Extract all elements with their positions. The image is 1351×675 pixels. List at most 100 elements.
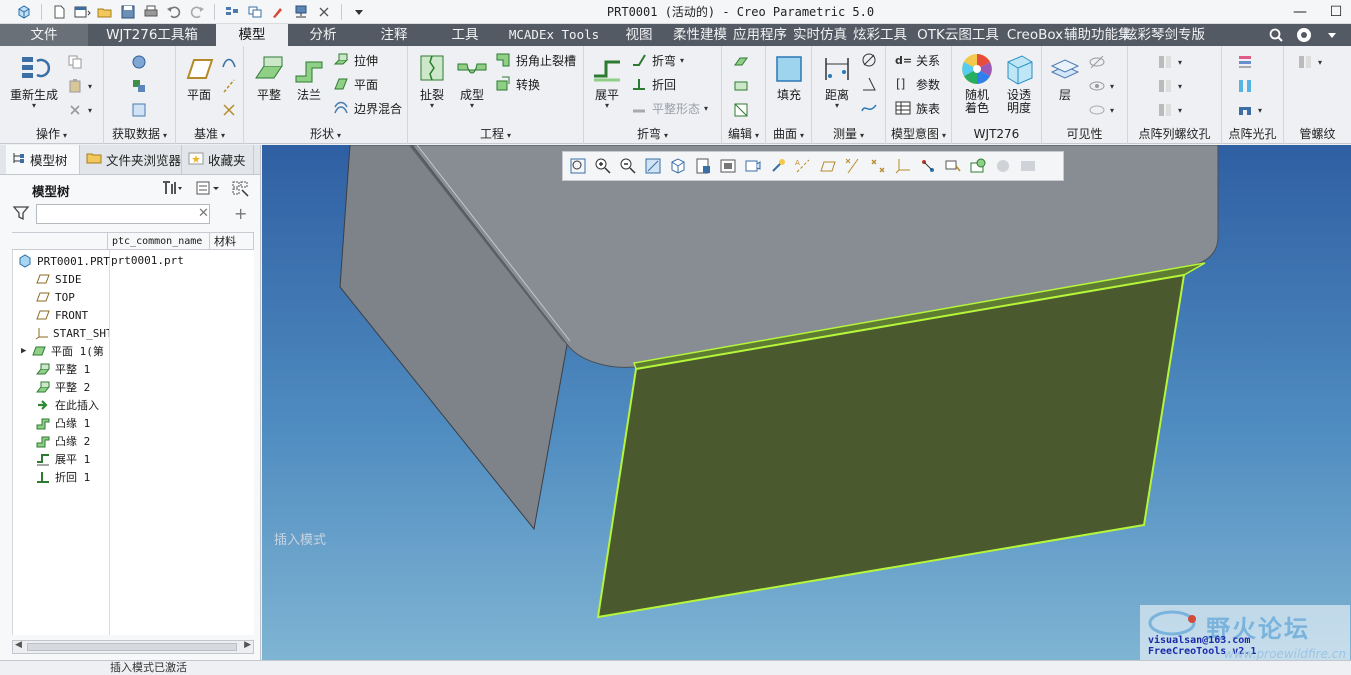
pipe-thread-button[interactable]: ▾ [1296, 52, 1322, 72]
expand-arrow-icon[interactable]: ▶ [21, 346, 31, 356]
group-title-model-intent[interactable]: 模型意图 ▾ [886, 126, 951, 142]
tab-view[interactable]: 视图 [608, 24, 670, 46]
scrollbar-thumb[interactable] [27, 643, 237, 651]
tree-item-start-sht[interactable]: START_SHT [35, 324, 109, 342]
point-button[interactable] [220, 100, 238, 120]
perspective-icon[interactable] [742, 155, 764, 177]
search-icon[interactable] [1267, 26, 1285, 44]
boundary-blend-button[interactable]: 边界混合 [332, 98, 402, 118]
tab-model[interactable]: 模型 [216, 24, 288, 46]
group-title-get-data[interactable]: 获取数据 ▾ [104, 126, 175, 142]
light-hole-tool-2-button[interactable] [1236, 76, 1254, 96]
column-header-common-name[interactable]: ptc_common_name [108, 233, 210, 249]
tree-item-part[interactable]: PRT0001.PRT [17, 252, 110, 270]
corner-relief-button[interactable]: 拐角止裂槽 [494, 50, 576, 70]
tab-realtime-simulation[interactable]: 实时仿真 [790, 24, 850, 46]
column-header-material[interactable]: 材料 [210, 233, 254, 249]
rip-button[interactable]: 扯裂 ▾ [414, 52, 450, 110]
tree-item-insert-here[interactable]: 在此插入 [35, 396, 99, 414]
tab-flexible-modeling[interactable]: 柔性建模 [670, 24, 730, 46]
column-header-tree[interactable] [12, 233, 108, 249]
datum-plane-display-icon[interactable] [817, 155, 839, 177]
tree-item-unbend-1[interactable]: 展平 1 [35, 450, 90, 468]
form-button[interactable]: 成型 ▾ [452, 52, 492, 110]
tree-item-front[interactable]: FRONT [35, 306, 88, 324]
fill-button[interactable]: 填充 [770, 52, 808, 102]
tab-otk-cloud-tools[interactable]: OTK云图工具 [910, 24, 1006, 46]
bend-button[interactable]: 折弯 ▾ [630, 50, 684, 70]
length-button[interactable] [860, 98, 878, 118]
tree-item-flange-1[interactable]: 凸缘 1 [35, 414, 90, 432]
flat-state-button[interactable]: 平整形态 ▾ [630, 98, 708, 118]
convert-button[interactable]: 转换 [494, 74, 540, 94]
open-folder-icon[interactable] [95, 2, 115, 22]
tree-item-top[interactable]: TOP [35, 288, 75, 306]
clear-filter-icon[interactable]: ✕ [198, 206, 209, 221]
show-button[interactable]: ▾ [1088, 76, 1114, 96]
tree-item-flat-2[interactable]: 平整 2 [35, 378, 90, 396]
filter-funnel-icon[interactable] [12, 204, 32, 225]
user-defined-feature-button[interactable] [130, 52, 148, 72]
tab-mcadex-tools[interactable]: MCADEx Tools [500, 24, 608, 46]
zoom-in-icon[interactable] [592, 155, 614, 177]
edit-tool-1-button[interactable] [732, 52, 750, 72]
thread-tool-2-button[interactable]: ▾ [1156, 76, 1182, 96]
zoom-out-icon[interactable] [617, 155, 639, 177]
copy-geometry-button[interactable] [130, 76, 148, 96]
tree-item-bend-back-1[interactable]: 折回 1 [35, 468, 90, 486]
repaint-icon[interactable] [642, 155, 664, 177]
layer-button[interactable]: 层 [1046, 52, 1084, 102]
family-table-button[interactable]: 族表 [894, 98, 940, 118]
unbend-button[interactable]: 展平 ▾ [588, 52, 626, 110]
hide-button[interactable] [1088, 52, 1106, 72]
tree-settings-icon[interactable] [160, 179, 184, 200]
edit-tool-2-button[interactable] [732, 76, 750, 96]
copy-button[interactable] [66, 52, 84, 72]
maximize-icon[interactable]: ☐ [1327, 3, 1345, 21]
random-color-button[interactable]: 随机着色 [956, 52, 998, 115]
tree-search-input[interactable] [36, 204, 210, 224]
view-manager-icon[interactable] [717, 155, 739, 177]
group-title-surface[interactable]: 曲面 ▾ [766, 126, 811, 142]
regenerate-button[interactable]: 重新生成 ▾ [6, 52, 62, 110]
tab-color-tools[interactable]: 炫彩工具 [850, 24, 910, 46]
group-title-datum[interactable]: 基准 ▾ [176, 126, 243, 142]
tab-applications[interactable]: 应用程序 [730, 24, 790, 46]
csys-display-icon[interactable] [892, 155, 914, 177]
datum-axis-toggle-icon[interactable] [842, 155, 864, 177]
axis-button[interactable] [220, 76, 238, 96]
tree-item-side[interactable]: SIDE [35, 270, 82, 288]
relations-button[interactable]: d= 关系 [894, 50, 940, 70]
tree-item-flange-2[interactable]: 凸缘 2 [35, 432, 90, 450]
close-window-icon[interactable] [314, 2, 334, 22]
thread-tool-3-button[interactable]: ▾ [1156, 100, 1182, 120]
light-hole-tool-1-button[interactable] [1236, 52, 1254, 72]
tab-favorites[interactable]: 收藏夹 [182, 145, 254, 174]
group-title-edit[interactable]: 编辑 ▾ [722, 126, 765, 142]
refit-icon[interactable] [567, 155, 589, 177]
tab-file[interactable]: 文件 [0, 24, 88, 46]
regenerate-small-icon[interactable] [222, 2, 242, 22]
tab-creobox[interactable]: CreoBox [1006, 24, 1064, 46]
group-title-bend[interactable]: 折弯 ▾ [584, 126, 721, 142]
extrude-button[interactable]: 拉伸 [332, 50, 378, 70]
paste-button[interactable]: ▾ [66, 76, 92, 96]
shrinkwrap-button[interactable] [130, 100, 148, 120]
add-column-icon[interactable]: + [234, 204, 247, 223]
spin-center-display-icon[interactable] [917, 155, 939, 177]
new-window-icon[interactable] [72, 2, 92, 22]
group-title-shapes[interactable]: 形状 ▾ [244, 126, 407, 142]
undo-icon[interactable] [164, 2, 184, 22]
set-transparency-button[interactable]: 设透明度 [998, 52, 1040, 115]
show-dropdown-icon[interactable] [194, 179, 220, 200]
save-icon[interactable] [118, 2, 138, 22]
light-hole-tool-3-button[interactable]: ▾ [1236, 100, 1262, 120]
diameter-button[interactable] [860, 50, 878, 70]
tree-item-flat-1[interactable]: 平整 1 [35, 360, 90, 378]
datum-axis-display-icon[interactable]: A [792, 155, 814, 177]
tab-folder-browser[interactable]: 文件夹浏览器 [80, 145, 182, 174]
display-style-icon[interactable] [667, 155, 689, 177]
tab-analysis[interactable]: 分析 [288, 24, 358, 46]
sketch-button[interactable] [220, 52, 238, 72]
flange-button[interactable]: 法兰 [290, 52, 328, 102]
